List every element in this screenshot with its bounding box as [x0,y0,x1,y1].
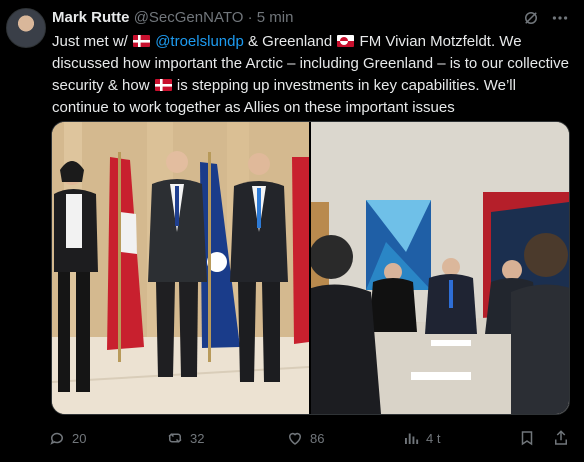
photo-left-illustration [52,122,309,414]
post-media[interactable] [51,121,570,415]
like-count: 86 [310,430,325,446]
reply-icon [50,432,63,445]
avatar[interactable] [6,8,46,48]
photo-left[interactable] [52,122,309,414]
post-text: Just met w/ @troelslundp & Greenland FM … [52,31,576,119]
reply-button[interactable]: 20 [48,428,86,448]
photo-right-illustration [311,122,569,414]
author-handle[interactable]: @SecGenNATO [134,9,244,26]
post-text-part: Just met w/ [52,33,133,50]
like-icon [288,432,302,445]
like-button[interactable]: 86 [286,428,324,448]
post-actions: 20 32 86 4 t [48,428,578,448]
views-button[interactable]: 4 t [402,428,440,448]
repost-button[interactable]: 32 [166,428,204,448]
post-timestamp[interactable]: 5 min [257,9,294,26]
photo-right[interactable] [311,122,569,414]
repost-icon [168,433,182,443]
post-header: Mark Rutte @SecGenNATO · 5 min [52,9,574,29]
bookmark-button[interactable] [518,428,536,448]
views-icon [405,433,419,444]
share-button[interactable] [552,428,570,448]
denmark-flag-icon [154,79,172,91]
author-name[interactable]: Mark Rutte [52,9,130,26]
greenland-flag-icon [337,35,355,47]
repost-count: 32 [190,430,205,446]
post-text-part: & Greenland [243,33,337,50]
grok-icon[interactable] [522,9,540,27]
more-icon[interactable] [550,10,570,26]
bookmark-icon [521,431,533,446]
views-count: 4 t [426,430,441,446]
reply-count: 20 [72,430,87,446]
separator-dot: · [247,9,253,26]
mention-link[interactable]: @troelslundp [155,33,244,50]
denmark-flag-icon [133,35,151,47]
share-icon [555,430,567,445]
